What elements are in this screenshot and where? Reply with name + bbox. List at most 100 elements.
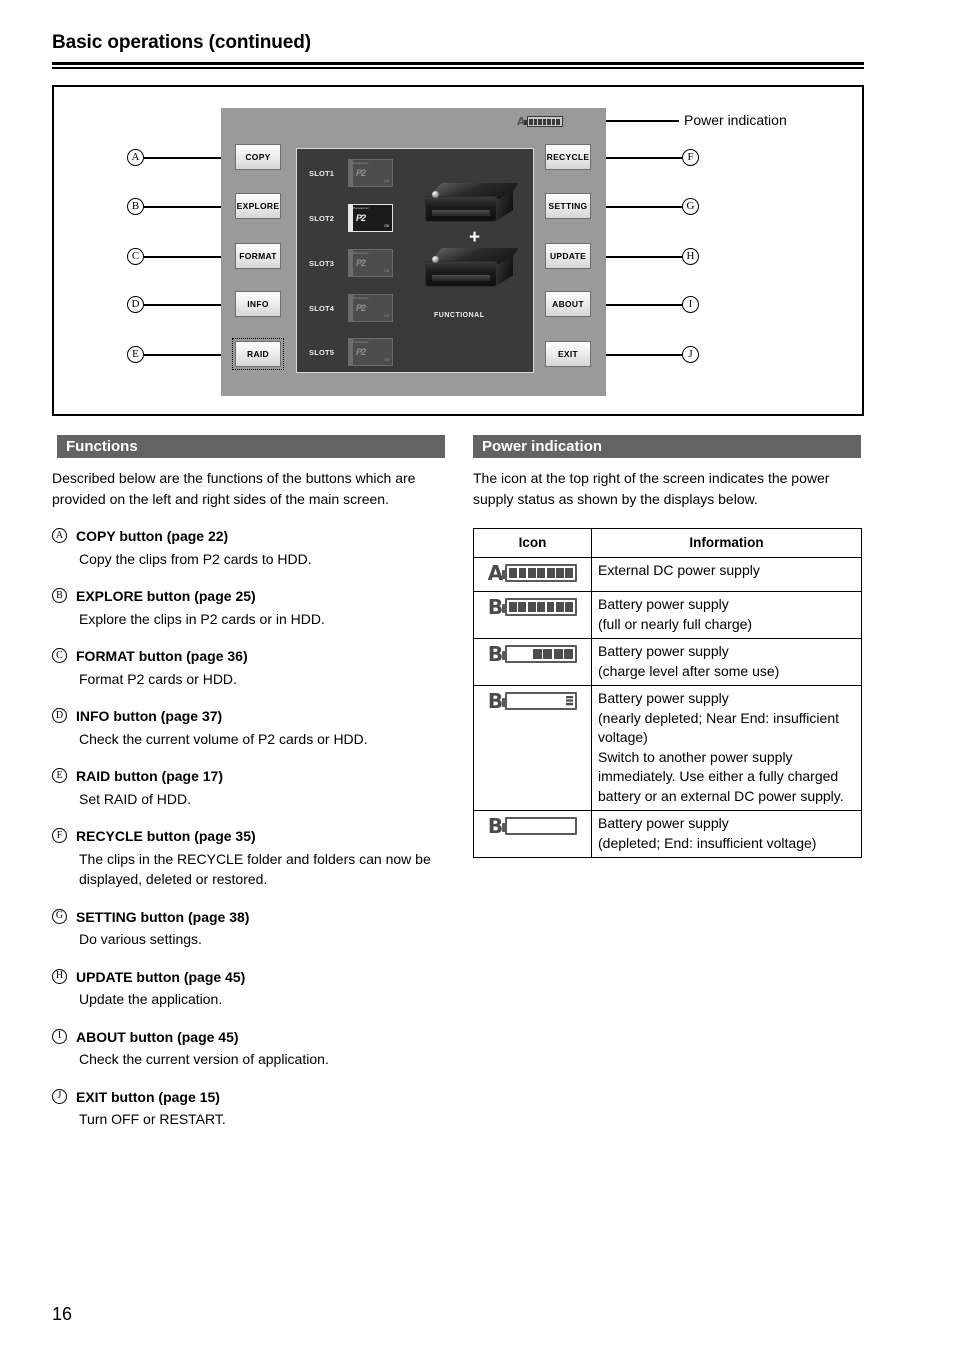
information-cell: Battery power supply (depleted; End: ins… <box>591 810 862 858</box>
p2-card-brand: Panasonic <box>353 340 369 344</box>
app-button-update[interactable]: UPDATE <box>545 243 591 269</box>
app-power-indication-icon: A <box>517 116 563 127</box>
app-button-raid[interactable]: RAID <box>232 338 284 370</box>
functions-column: Described below are the functions of the… <box>52 468 452 1130</box>
function-heading: FORMAT button (page 36) <box>76 648 248 664</box>
functions-intro: Described below are the functions of the… <box>52 470 416 507</box>
callout-marker-c: C <box>127 248 144 265</box>
app-button-format[interactable]: FORMAT <box>235 243 281 269</box>
marker-d: D <box>52 708 67 723</box>
plus-icon: + <box>469 227 481 248</box>
slot-label: SLOT5 <box>309 347 335 357</box>
functions-heading-label: Functions <box>66 438 138 455</box>
callout-marker-b: B <box>127 198 144 215</box>
slot-label: SLOT3 <box>309 258 335 268</box>
callout-marker-h: H <box>682 248 699 265</box>
icon-cell: B <box>473 638 592 686</box>
function-heading: INFO button (page 37) <box>76 708 223 724</box>
power-heading-label: Power indication <box>482 438 603 455</box>
p2-card-capacity: GB <box>383 224 389 228</box>
p2-card-capacity: GB <box>383 358 389 362</box>
power-source-letter: B <box>487 814 504 838</box>
marker-j: J <box>52 1088 67 1104</box>
function-description: Copy the clips from P2 cards to HDD. <box>79 550 312 567</box>
p2-card-icon[interactable]: Panasonic P2 GB <box>348 249 393 277</box>
function-heading: COPY button (page 22) <box>76 528 229 544</box>
information-cell: Battery power supply (charge level after… <box>591 638 862 686</box>
app-button-copy[interactable]: COPY <box>235 144 281 170</box>
function-description: Explore the clips in P2 cards or in HDD. <box>79 610 325 627</box>
function-description: Format P2 cards or HDD. <box>79 670 237 687</box>
page-header: Basic operations (continued) <box>52 32 864 69</box>
marker-h: H <box>52 968 67 984</box>
header-rule-thin <box>52 67 864 69</box>
slot-row: SLOT3 Panasonic P2 GB <box>309 249 393 277</box>
function-item-info: D INFO button (page 37) Check the curren… <box>52 706 452 749</box>
app-button-setting[interactable]: SETTING <box>545 193 591 219</box>
marker-c: C <box>52 648 67 663</box>
p2-card-logo: P2 <box>356 303 366 313</box>
function-description: Check the current version of application… <box>79 1051 329 1067</box>
function-item-update: H UPDATE button (page 45) Update the app… <box>52 967 452 1010</box>
power-source-letter: B <box>487 642 504 666</box>
p2-card-brand: Panasonic <box>353 251 369 255</box>
function-description: Do various settings. <box>79 931 202 947</box>
app-button-explore[interactable]: EXPLORE <box>235 193 281 219</box>
app-display-area: SLOT1 Panasonic P2 GB SLOT2 Panasonic P2… <box>296 148 534 373</box>
slot-row: SLOT5 Panasonic P2 GB <box>309 338 393 366</box>
app-button-info[interactable]: INFO <box>235 291 281 317</box>
power-intro: The icon at the top right of the screen … <box>473 470 830 507</box>
power-status-icon: B <box>488 597 578 617</box>
app-button-recycle[interactable]: RECYCLE <box>545 144 591 170</box>
callout-marker-i: I <box>682 296 699 313</box>
callout-power-indication: Power indication <box>684 112 787 128</box>
marker-a: A <box>52 528 67 543</box>
p2-card-logo: P2 <box>356 168 366 178</box>
slot-row: SLOT2 Panasonic P2 GB <box>309 204 393 232</box>
function-item-raid: E RAID button (page 17) Set RAID of HDD. <box>52 766 452 809</box>
column-header-icon: Icon <box>473 528 592 558</box>
hdd-drive-icon <box>425 183 520 225</box>
function-heading: SETTING button (page 38) <box>76 908 250 925</box>
power-status-icon: B <box>487 814 578 838</box>
icon-cell: B <box>473 685 592 811</box>
callout-marker-d: D <box>127 296 144 313</box>
page-number: 16 <box>52 1304 73 1324</box>
p2-card-brand: Panasonic <box>353 296 369 300</box>
function-description: Check the current volume of P2 cards or … <box>79 730 368 747</box>
information-cell: External DC power supply <box>591 556 862 592</box>
p2-card-icon[interactable]: Panasonic P2 GB <box>348 338 393 366</box>
functional-label: FUNCTIONAL <box>434 312 485 319</box>
power-status-icon: B <box>488 691 578 711</box>
p2-card-brand: Panasonic <box>353 206 369 210</box>
callout-marker-g: G <box>682 198 699 215</box>
callout-marker-e: E <box>127 346 144 363</box>
battery-icon <box>502 645 578 663</box>
p2-card-capacity: GB <box>383 269 389 273</box>
slot-label: SLOT1 <box>309 168 335 178</box>
p2-card-logo: P2 <box>356 258 366 268</box>
table-row: B Battery power supply (charge level aft… <box>473 638 862 686</box>
table-row: B Battery power supply (depleted; End: i… <box>473 810 862 858</box>
slot-row: SLOT4 Panasonic P2 GB <box>309 294 393 322</box>
callout-marker-f: F <box>682 149 699 166</box>
function-item-about: I ABOUT button (page 45) Check the curre… <box>52 1027 452 1070</box>
function-description: Set RAID of HDD. <box>79 790 192 807</box>
power-indication-column: The icon at the top right of the screen … <box>473 468 863 858</box>
battery-icon <box>502 817 578 835</box>
app-button-about[interactable]: ABOUT <box>545 291 591 317</box>
function-description: The clips in the RECYCLE folder and fold… <box>79 850 431 888</box>
p2-card-icon[interactable]: Panasonic P2 GB <box>348 159 393 187</box>
function-heading: EXIT button (page 15) <box>76 1088 220 1105</box>
p2-card-icon[interactable]: Panasonic P2 GB <box>348 294 393 322</box>
p2-card-logo: P2 <box>356 347 366 357</box>
p2-card-icon[interactable]: Panasonic P2 GB <box>348 204 393 232</box>
app-button-exit[interactable]: EXIT <box>545 341 591 367</box>
section-heading-power-indication: Power indication <box>473 435 861 458</box>
p2-card-capacity: GB <box>383 179 389 183</box>
slot-label: SLOT2 <box>309 213 335 223</box>
marker-i: I <box>52 1028 67 1044</box>
information-cell: Battery power supply (nearly depleted; N… <box>591 685 862 811</box>
function-item-copy: A COPY button (page 22) Copy the clips f… <box>52 526 452 569</box>
application-window: A COPY EXPLORE FORMAT INFO RAID RECYCLE … <box>221 108 606 396</box>
